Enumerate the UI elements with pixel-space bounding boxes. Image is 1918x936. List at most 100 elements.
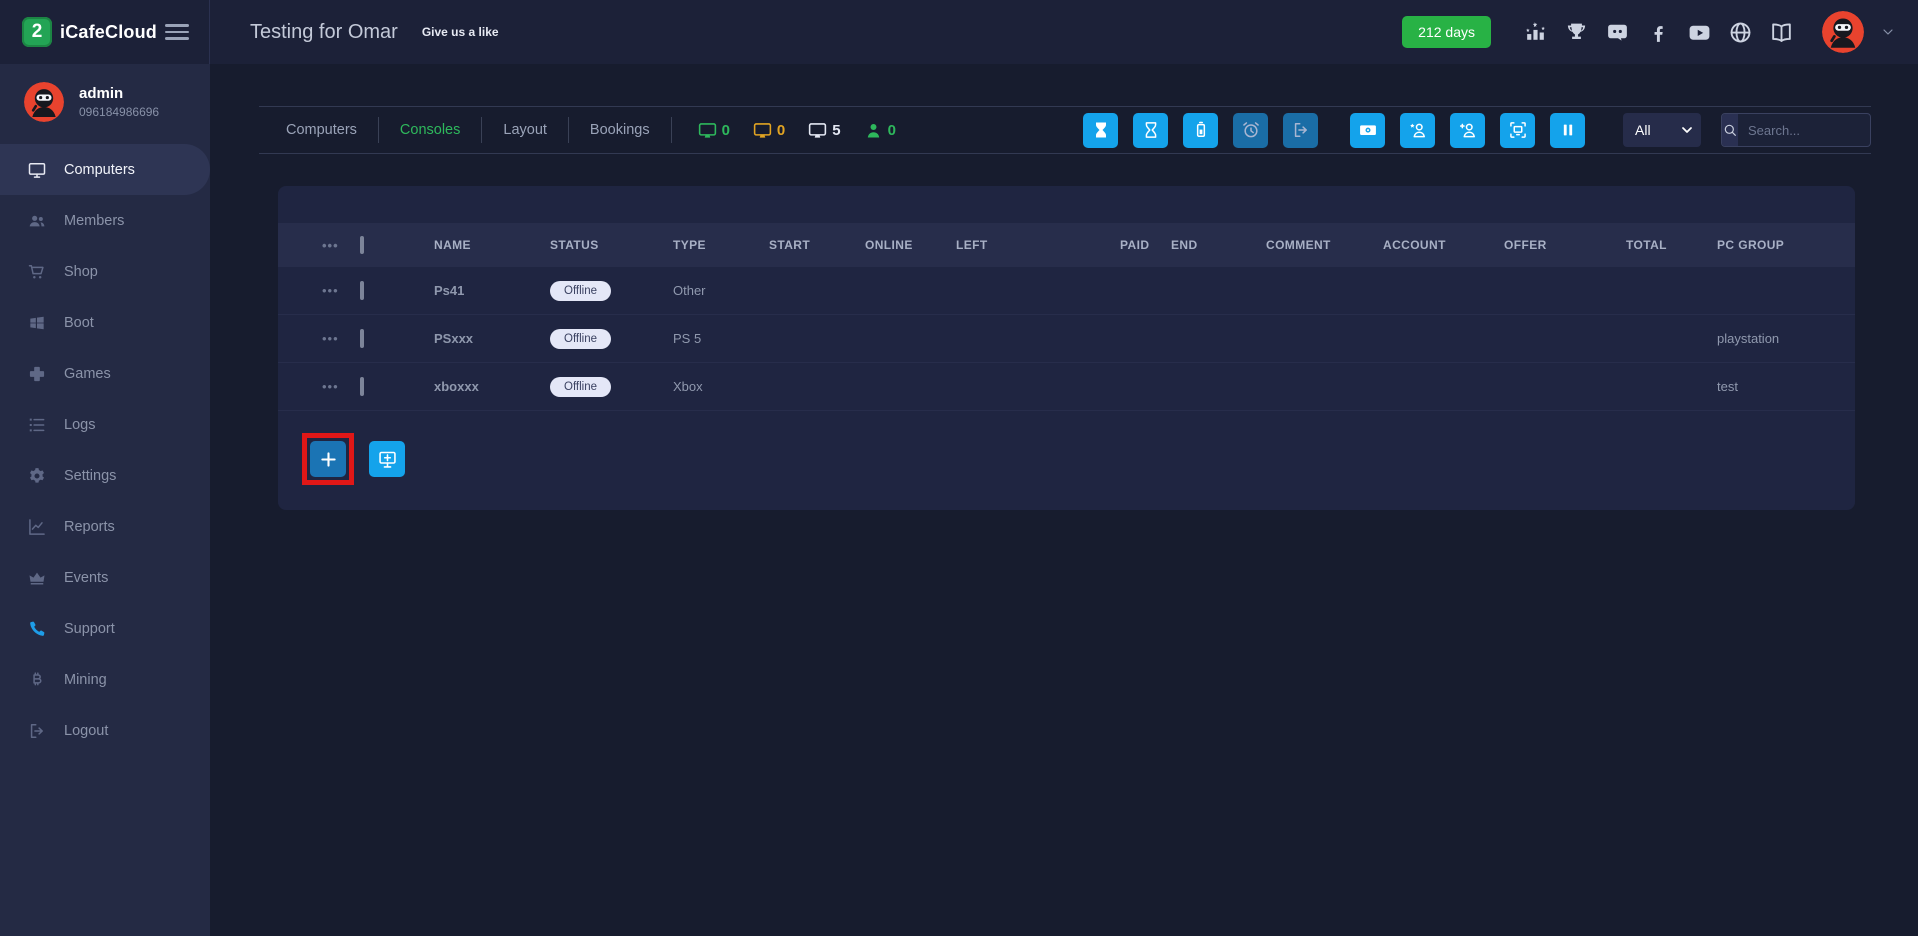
consoles-panel: ••• NAME STATUS TYPE START ONLINE LEFT P… xyxy=(278,186,1855,510)
row-actions-icon[interactable]: ••• xyxy=(278,239,360,252)
hamburger-menu-icon[interactable] xyxy=(165,20,189,44)
member-star-icon[interactable] xyxy=(1400,113,1435,148)
alarm-icon[interactable] xyxy=(1233,113,1268,148)
sidebar-item-logout[interactable]: Logout xyxy=(0,705,210,756)
brand-logo[interactable]: 2 iCafeCloud xyxy=(22,17,157,47)
tab-separator xyxy=(568,117,569,143)
sidebar-item-label: Boot xyxy=(64,315,94,331)
chevron-down-icon[interactable] xyxy=(1880,24,1896,40)
user-name: admin xyxy=(79,85,159,102)
column-header-offer: OFFER xyxy=(1504,238,1626,252)
youtube-icon[interactable] xyxy=(1687,20,1712,45)
ranking-icon[interactable] xyxy=(1523,20,1548,45)
status-badge: Offline xyxy=(550,377,611,397)
user-avatar[interactable] xyxy=(1822,11,1864,53)
column-header-online: ONLINE xyxy=(865,238,956,252)
table-header: ••• NAME STATUS TYPE START ONLINE LEFT P… xyxy=(278,223,1855,267)
sidebar-item-shop[interactable]: Shop xyxy=(0,246,210,297)
tab-layout[interactable]: Layout xyxy=(501,122,549,138)
cell-pc-group: test xyxy=(1717,379,1855,394)
facebook-icon[interactable] xyxy=(1646,20,1671,45)
toolbar-actions: All xyxy=(1083,113,1871,148)
status-badge: Offline xyxy=(550,281,611,301)
sidebar-item-games[interactable]: Games xyxy=(0,348,210,399)
counter-online: 0 xyxy=(697,120,730,141)
brand-logo-icon: 2 xyxy=(22,17,52,47)
counter-members: 0 xyxy=(863,120,896,141)
sidebar-item-support[interactable]: Support xyxy=(0,603,210,654)
sidebar-item-settings[interactable]: Settings xyxy=(0,450,210,501)
people-icon xyxy=(27,211,47,231)
counter-busy: 0 xyxy=(752,120,785,141)
exit-session-icon[interactable] xyxy=(1283,113,1318,148)
sidebar-item-label: Logout xyxy=(64,723,108,739)
app-window: 2 iCafeCloud Testing for Omar Give us a … xyxy=(0,0,1918,936)
cell-pc-group: playstation xyxy=(1717,331,1855,346)
sidebar-item-reports[interactable]: Reports xyxy=(0,501,210,552)
toolbar: Computers Consoles Layout Bookings 0 0 xyxy=(259,106,1871,154)
sidebar-item-boot[interactable]: Boot xyxy=(0,297,210,348)
screen-capture-icon[interactable] xyxy=(1500,113,1535,148)
battery-icon[interactable] xyxy=(1183,113,1218,148)
sidebar-item-label: Events xyxy=(64,570,108,586)
row-actions-icon[interactable]: ••• xyxy=(278,284,360,297)
money-icon[interactable] xyxy=(1350,113,1385,148)
cell-name: PSxxx xyxy=(434,331,550,346)
trophy-icon[interactable] xyxy=(1564,20,1589,45)
monitor-icon xyxy=(752,120,773,141)
hourglass-icon[interactable] xyxy=(1133,113,1168,148)
cart-icon xyxy=(27,262,47,282)
row-checkbox[interactable] xyxy=(360,377,364,396)
sidebar-item-label: Logs xyxy=(64,417,95,433)
sidebar-user-avatar xyxy=(24,82,64,122)
search-icon xyxy=(1722,114,1738,146)
row-checkbox[interactable] xyxy=(360,329,364,348)
sidebar-item-label: Games xyxy=(64,366,111,382)
sidebar-item-mining[interactable]: Mining xyxy=(0,654,210,705)
row-actions-icon[interactable]: ••• xyxy=(278,332,360,345)
tab-separator xyxy=(378,117,379,143)
sidebar-item-logs[interactable]: Logs xyxy=(0,399,210,450)
list-icon xyxy=(27,415,47,435)
tab-bookings[interactable]: Bookings xyxy=(588,122,652,138)
panel-footer xyxy=(302,433,1855,485)
filter-select[interactable]: All xyxy=(1623,113,1701,147)
give-us-a-like-link[interactable]: Give us a like xyxy=(422,25,499,39)
import-console-button[interactable] xyxy=(369,441,405,477)
counter-value: 5 xyxy=(832,122,840,139)
phone-icon xyxy=(27,619,47,639)
status-badge: Offline xyxy=(550,329,611,349)
table-row: ••• Ps41 Offline Other xyxy=(278,267,1855,315)
member-plus-icon[interactable] xyxy=(1450,113,1485,148)
bitcoin-icon xyxy=(27,670,47,690)
search-box xyxy=(1721,113,1871,147)
search-input[interactable] xyxy=(1738,114,1871,146)
plus-icon xyxy=(318,449,339,470)
select-all-checkbox[interactable] xyxy=(360,236,364,254)
tab-consoles[interactable]: Consoles xyxy=(398,122,462,138)
sidebar-item-members[interactable]: Members xyxy=(0,195,210,246)
table-row: ••• xboxxx Offline Xbox test xyxy=(278,363,1855,411)
hourglass-filled-icon[interactable] xyxy=(1083,113,1118,148)
sidebar-item-label: Members xyxy=(64,213,124,229)
sidebar-item-events[interactable]: Events xyxy=(0,552,210,603)
add-console-button[interactable] xyxy=(310,441,346,477)
guide-book-icon[interactable] xyxy=(1769,20,1794,45)
cell-name: xboxxx xyxy=(434,379,550,394)
gear-icon xyxy=(27,466,47,486)
pause-icon[interactable] xyxy=(1550,113,1585,148)
subscription-days-badge[interactable]: 212 days xyxy=(1402,16,1491,48)
user-phone: 096184986696 xyxy=(79,105,159,119)
tab-computers[interactable]: Computers xyxy=(284,122,359,138)
discord-icon[interactable] xyxy=(1605,20,1630,45)
crown-icon xyxy=(27,568,47,588)
sidebar-item-label: Shop xyxy=(64,264,98,280)
row-actions-icon[interactable]: ••• xyxy=(278,380,360,393)
sidebar-item-label: Mining xyxy=(64,672,107,688)
sidebar-item-computers[interactable]: Computers xyxy=(0,144,210,195)
row-checkbox[interactable] xyxy=(360,281,364,300)
games-icon xyxy=(27,364,47,384)
globe-icon[interactable] xyxy=(1728,20,1753,45)
cell-type: Other xyxy=(673,283,769,298)
cell-status: Offline xyxy=(550,377,673,397)
